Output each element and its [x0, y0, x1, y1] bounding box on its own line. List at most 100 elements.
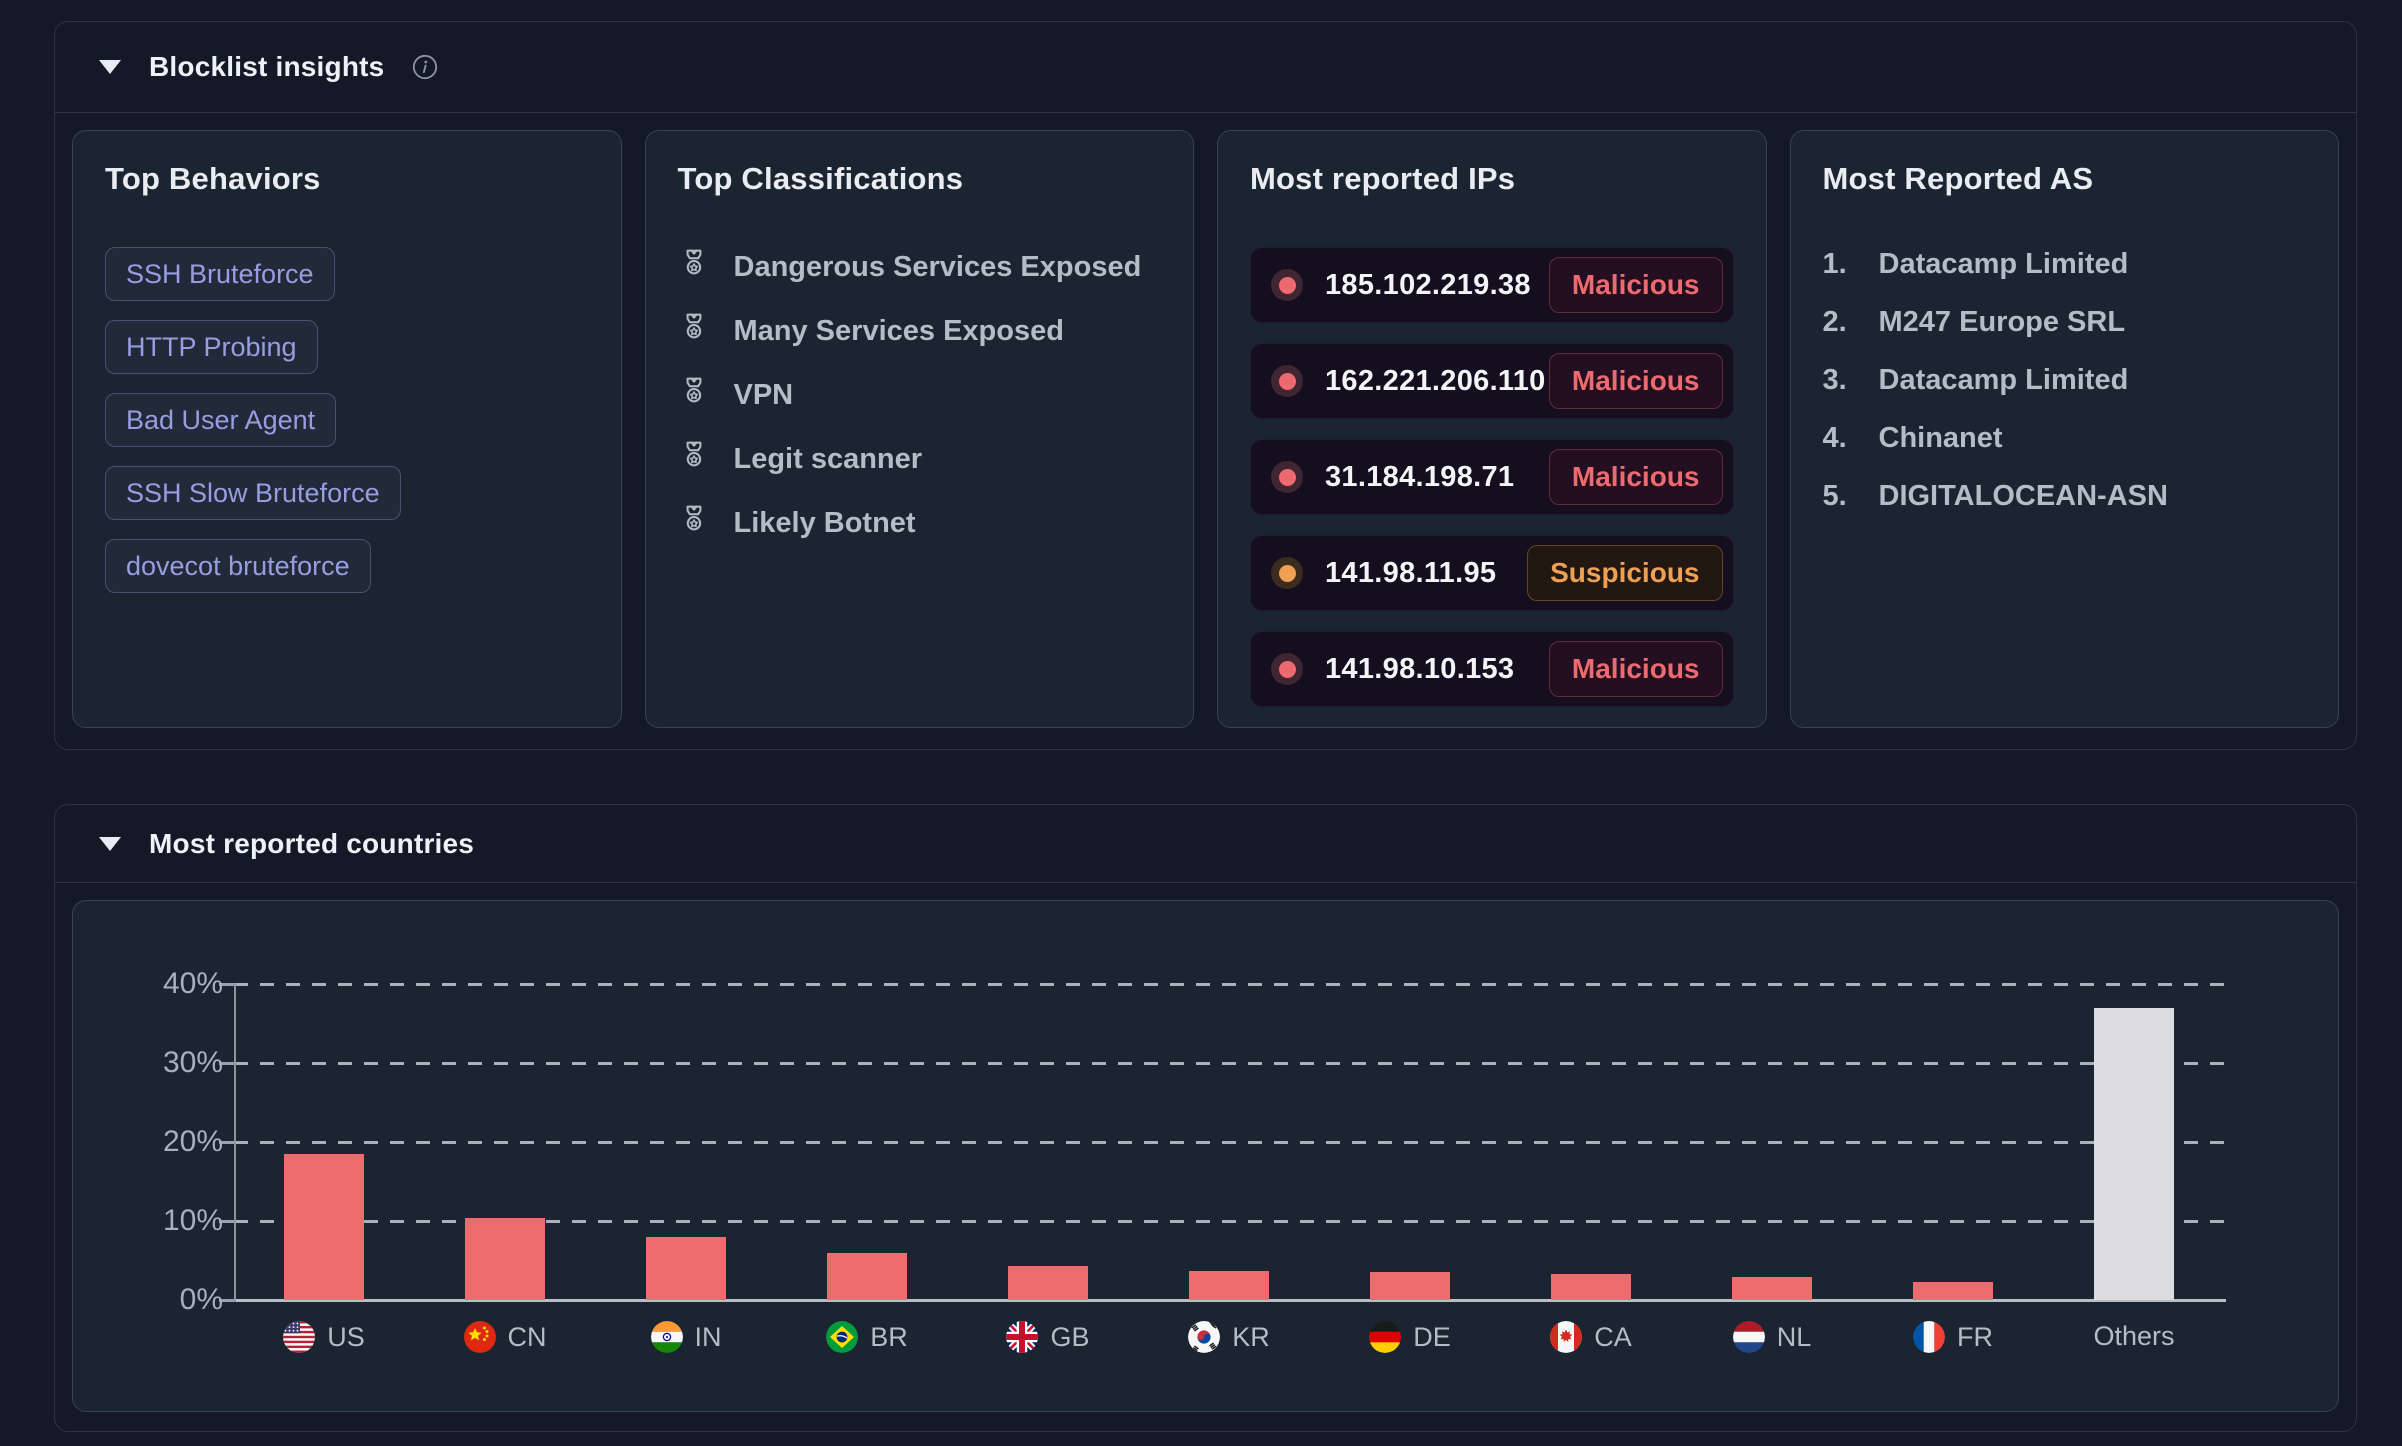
nl-flag-icon — [1733, 1321, 1765, 1353]
x-axis-label: GB — [948, 1321, 1148, 1353]
collapse-caret-icon[interactable] — [99, 837, 121, 851]
classification-label: Many Services Exposed — [734, 314, 1064, 348]
blocklist-cards-row: Top Behaviors SSH Bruteforce HTTP Probing… — [55, 113, 2356, 745]
card-title: Top Classifications — [678, 161, 1162, 197]
bar — [1913, 1282, 1993, 1300]
as-item: 3.Datacamp Limited — [1823, 363, 2307, 397]
as-rank: 2. — [1823, 305, 1863, 339]
card-title: Most Reported AS — [1823, 161, 2307, 197]
status-dot-core — [1279, 661, 1296, 678]
status-dot-icon — [1271, 269, 1303, 301]
behavior-chip[interactable]: dovecot bruteforce — [105, 539, 371, 593]
x-axis-label: CN — [405, 1321, 605, 1353]
status-dot-core — [1279, 469, 1296, 486]
classification-list: Dangerous Services Exposed Many Services … — [678, 247, 1162, 543]
medal-icon — [678, 247, 710, 287]
y-axis-label: 20% — [73, 1127, 223, 1157]
br-flag-icon — [826, 1321, 858, 1353]
x-axis-label: KR — [1129, 1321, 1329, 1353]
as-rank: 5. — [1823, 479, 1863, 513]
x-axis-label: CA — [1491, 1321, 1691, 1353]
card-most-reported-ips: Most reported IPs 185.102.219.38Maliciou… — [1217, 130, 1767, 728]
cn-flag-icon — [464, 1321, 496, 1353]
blocklist-section-title: Blocklist insights — [149, 51, 384, 83]
countries-section-title: Most reported countries — [149, 828, 474, 860]
y-axis-line — [234, 984, 236, 1302]
countries-bar-chart: 40%30%20%10%0%USCNINBRGBKRDECANLFROthers — [72, 900, 2339, 1412]
as-name: M247 Europe SRL — [1879, 305, 2126, 339]
classification-item: Many Services Exposed — [678, 311, 1162, 351]
x-label-text: NL — [1777, 1322, 1812, 1353]
y-axis-label: 30% — [73, 1048, 223, 1078]
x-label-text: BR — [870, 1322, 908, 1353]
status-dot-core — [1279, 565, 1296, 582]
as-item: 4.Chinanet — [1823, 421, 2307, 455]
gridline — [234, 1062, 2226, 1065]
ip-row[interactable]: 185.102.219.38Malicious — [1250, 247, 1734, 323]
x-axis-label: IN — [586, 1321, 786, 1353]
ip-row[interactable]: 141.98.11.95Suspicious — [1250, 535, 1734, 611]
x-axis-label: FR — [1853, 1321, 2053, 1353]
behavior-chip[interactable]: Bad User Agent — [105, 393, 336, 447]
status-dot-icon — [1271, 365, 1303, 397]
as-rank: 4. — [1823, 421, 1863, 455]
status-dot-core — [1279, 373, 1296, 390]
bar — [1732, 1277, 1812, 1300]
ip-row[interactable]: 31.184.198.71Malicious — [1250, 439, 1734, 515]
ip-row[interactable]: 141.98.10.153Malicious — [1250, 631, 1734, 707]
as-rank: 1. — [1823, 247, 1863, 281]
status-dot-icon — [1271, 461, 1303, 493]
x-axis-label: US — [224, 1321, 424, 1353]
classification-item: VPN — [678, 375, 1162, 415]
x-axis-label: BR — [767, 1321, 967, 1353]
bar — [284, 1154, 364, 1300]
x-label-text: DE — [1413, 1322, 1451, 1353]
card-most-reported-as: Most Reported AS 1.Datacamp Limited 2. M24… — [1790, 130, 2340, 728]
behavior-chip[interactable]: HTTP Probing — [105, 320, 318, 374]
as-item: 5.DIGITALOCEAN-ASN — [1823, 479, 2307, 513]
medal-icon — [678, 311, 710, 351]
countries-section-header: Most reported countries — [55, 805, 2356, 883]
page: { "colors": { "bar_red": "#ee6b6e", "oth… — [0, 0, 2402, 1446]
classification-label: Dangerous Services Exposed — [734, 250, 1142, 284]
classification-item: Legit scanner — [678, 439, 1162, 479]
x-label-text: Others — [2093, 1321, 2174, 1352]
x-axis-label: DE — [1310, 1321, 1510, 1353]
ip-row[interactable]: 162.221.206.110Malicious — [1250, 343, 1734, 419]
behavior-chip[interactable]: SSH Bruteforce — [105, 247, 335, 301]
gb-flag-icon — [1006, 1321, 1038, 1353]
status-badge: Malicious — [1549, 641, 1723, 697]
bar — [646, 1237, 726, 1300]
card-title: Most reported IPs — [1250, 161, 1734, 197]
status-badge: Malicious — [1549, 353, 1723, 409]
x-label-text: CA — [1594, 1322, 1632, 1353]
classification-label: VPN — [734, 378, 794, 412]
fr-flag-icon — [1913, 1321, 1945, 1353]
kr-flag-icon — [1188, 1321, 1220, 1353]
status-dot-icon — [1271, 653, 1303, 685]
bar — [1008, 1266, 1088, 1300]
as-item: 2. M247 Europe SRL — [1823, 305, 2307, 339]
ip-address: 162.221.206.110 — [1325, 365, 1546, 398]
as-item: 1.Datacamp Limited — [1823, 247, 2307, 281]
ip-list: 185.102.219.38Malicious162.221.206.110Ma… — [1250, 247, 1734, 707]
medal-icon — [678, 439, 710, 479]
bar — [1370, 1272, 1450, 1300]
ip-address: 185.102.219.38 — [1325, 269, 1531, 302]
status-badge: Malicious — [1549, 449, 1723, 505]
card-title: Top Behaviors — [105, 161, 589, 197]
x-label-text: KR — [1232, 1322, 1270, 1353]
us-flag-icon — [283, 1321, 315, 1353]
gridline — [234, 1141, 2226, 1144]
medal-icon — [678, 503, 710, 543]
collapse-caret-icon[interactable] — [99, 60, 121, 74]
classification-item: Dangerous Services Exposed — [678, 247, 1162, 287]
blocklist-section-header: Blocklist insights — [55, 22, 2356, 113]
x-axis-label: NL — [1672, 1321, 1872, 1353]
as-list: 1.Datacamp Limited 2. M247 Europe SRL 3.Dat… — [1823, 247, 2307, 513]
behavior-chip[interactable]: SSH Slow Bruteforce — [105, 466, 401, 520]
ca-flag-icon — [1550, 1321, 1582, 1353]
info-icon[interactable] — [412, 54, 438, 80]
in-flag-icon — [651, 1321, 683, 1353]
x-label-text: FR — [1957, 1322, 1993, 1353]
